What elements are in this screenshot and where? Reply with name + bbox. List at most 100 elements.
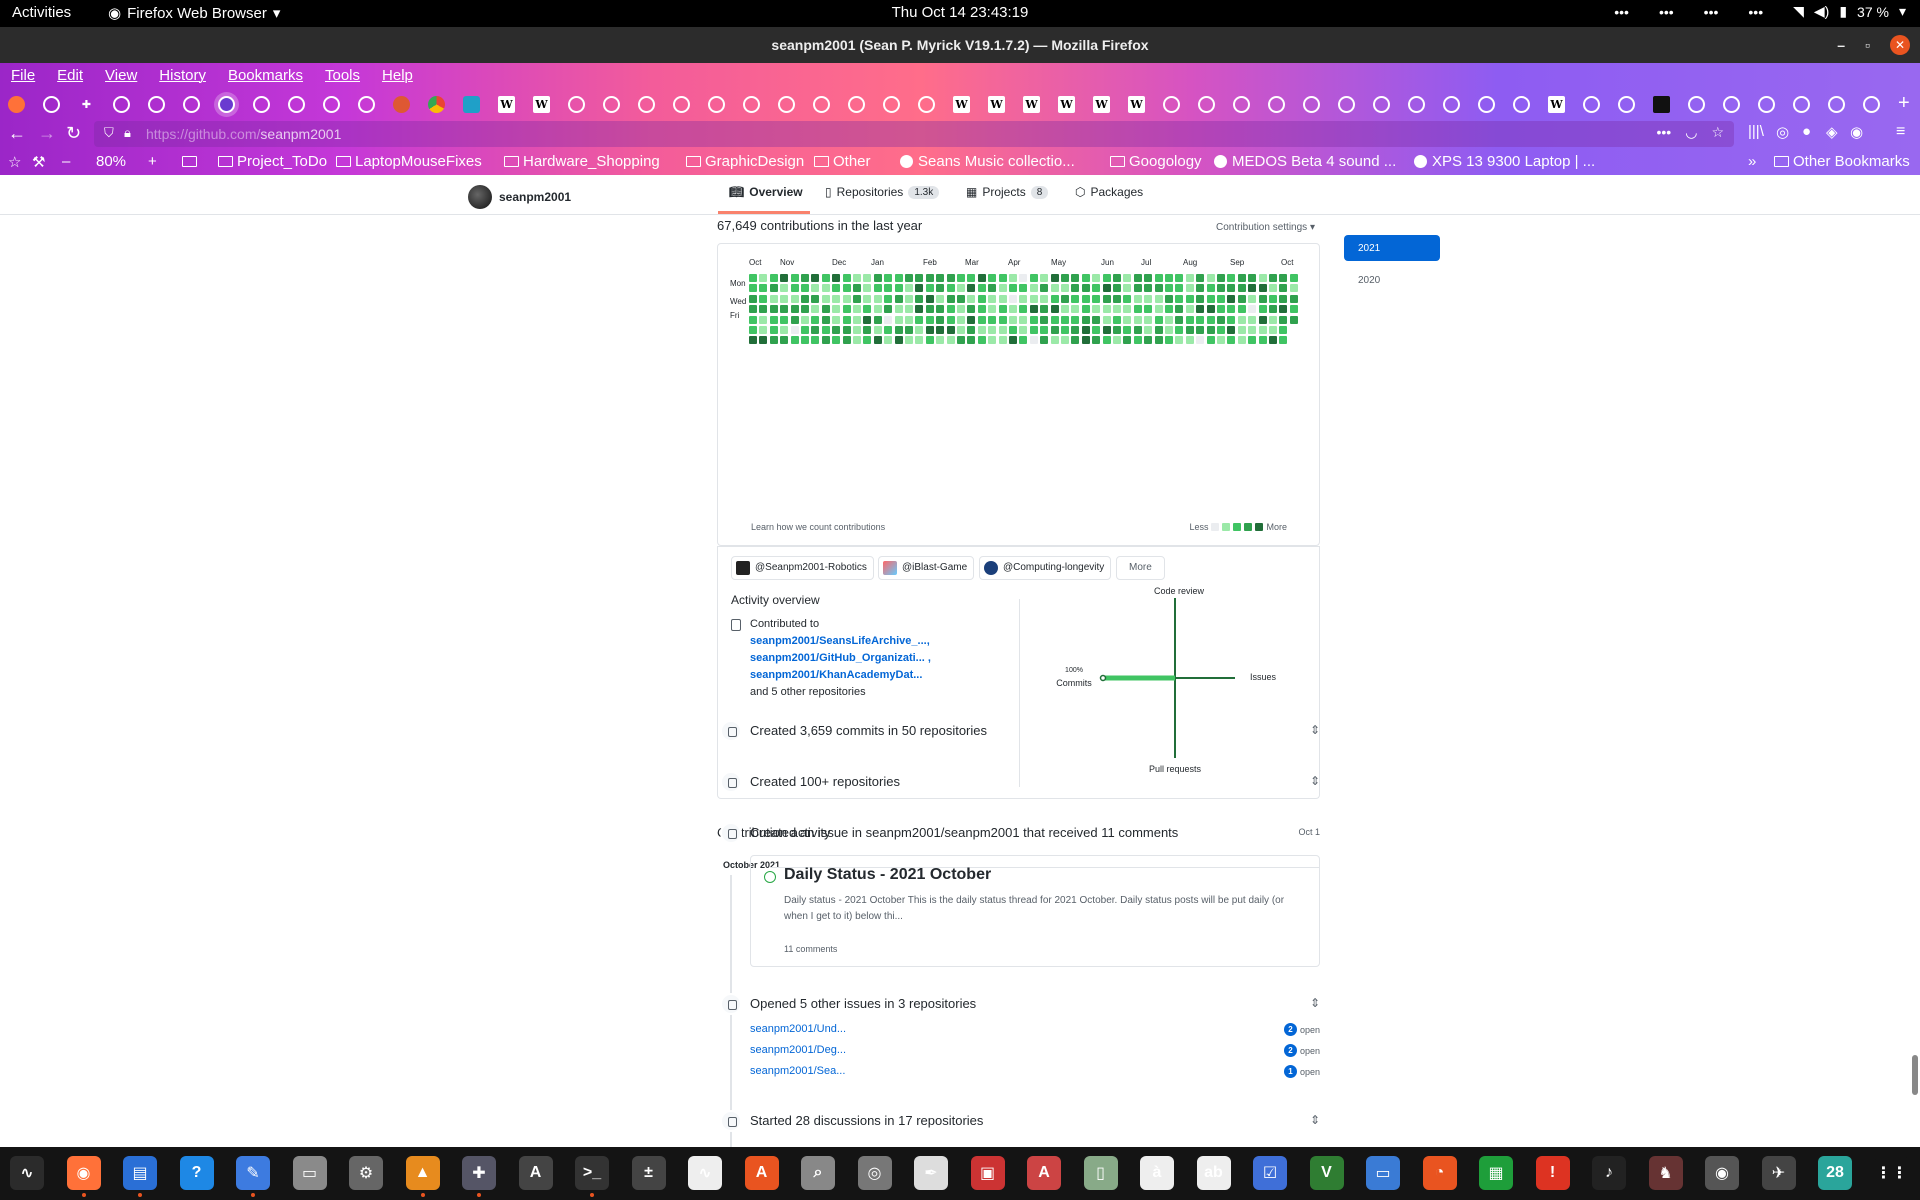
calendar-day[interactable] bbox=[967, 305, 976, 314]
wikipedia-tab-icon[interactable]: W bbox=[1093, 96, 1110, 113]
calendar-day[interactable] bbox=[842, 336, 851, 345]
calendar-day[interactable] bbox=[1237, 315, 1246, 324]
calendar-day[interactable] bbox=[988, 274, 997, 282]
calendar-day[interactable] bbox=[1269, 274, 1277, 282]
calendar-day[interactable] bbox=[1217, 326, 1225, 334]
calendar-day[interactable] bbox=[1071, 294, 1080, 303]
calendar-day[interactable] bbox=[977, 294, 986, 303]
calendar-day[interactable] bbox=[1092, 315, 1101, 324]
calendar-day[interactable] bbox=[1258, 294, 1267, 303]
calendar-day[interactable] bbox=[1237, 336, 1246, 345]
calendar-day[interactable] bbox=[853, 326, 861, 334]
profile-username[interactable]: seanpm2001 bbox=[499, 190, 571, 204]
calendar-day[interactable] bbox=[894, 274, 903, 282]
calendar-day[interactable] bbox=[1009, 274, 1017, 282]
calendar-day[interactable] bbox=[905, 284, 913, 293]
github-tab-icon[interactable] bbox=[113, 96, 130, 113]
calendar-day[interactable] bbox=[1227, 336, 1236, 345]
calendar-day[interactable] bbox=[925, 274, 934, 282]
calendar-day[interactable] bbox=[1154, 315, 1163, 324]
calendar-day[interactable] bbox=[915, 336, 924, 345]
year-button[interactable]: 2020 bbox=[1344, 267, 1440, 293]
music-icon[interactable]: ♪ bbox=[1592, 1156, 1626, 1190]
help-icon[interactable]: ? bbox=[179, 1156, 214, 1190]
calendar-day[interactable] bbox=[1050, 294, 1059, 303]
calendar-day[interactable] bbox=[1144, 315, 1153, 324]
org-filter-button[interactable]: @Seanpm2001-Robotics bbox=[731, 556, 874, 580]
github-tab-icon[interactable] bbox=[358, 96, 375, 113]
calendar-day[interactable] bbox=[1092, 274, 1101, 282]
calendar-day[interactable] bbox=[946, 315, 955, 324]
calendar-day[interactable] bbox=[853, 284, 861, 293]
calendar-day[interactable] bbox=[842, 294, 851, 303]
forward-icon[interactable]: → bbox=[38, 123, 56, 144]
calendar-day[interactable] bbox=[853, 274, 861, 282]
calendar-day[interactable] bbox=[884, 305, 893, 314]
pocket-icon[interactable]: ◡ bbox=[1685, 124, 1697, 141]
calendar-day[interactable] bbox=[915, 294, 924, 303]
calendar-day[interactable] bbox=[1009, 305, 1017, 314]
github-tab-icon[interactable] bbox=[568, 96, 585, 113]
calendar-day[interactable] bbox=[1061, 284, 1069, 293]
todo-icon[interactable]: ☑ bbox=[1253, 1156, 1287, 1190]
calendar-day[interactable] bbox=[790, 336, 799, 345]
github-tab-icon[interactable] bbox=[148, 96, 165, 113]
calendar-day[interactable] bbox=[821, 315, 830, 324]
github-tab-icon[interactable] bbox=[813, 96, 830, 113]
calendar-day[interactable] bbox=[1102, 274, 1111, 282]
calendar-day[interactable] bbox=[1029, 294, 1038, 303]
calendar-day[interactable] bbox=[957, 336, 965, 345]
github-tab-icon[interactable] bbox=[1793, 96, 1810, 113]
expand-icon[interactable]: ⇕ bbox=[1310, 996, 1320, 1010]
calendar-day[interactable] bbox=[1040, 274, 1049, 282]
calendar-day[interactable] bbox=[946, 305, 955, 314]
github-tab-icon[interactable] bbox=[218, 96, 235, 113]
calendar-day[interactable] bbox=[1040, 336, 1049, 345]
calendar-day[interactable] bbox=[936, 274, 945, 282]
calendar-day[interactable] bbox=[1206, 284, 1215, 293]
repo-link[interactable]: seanpm2001/KhanAcademyDat... bbox=[750, 667, 980, 684]
calendar-day[interactable] bbox=[780, 326, 789, 334]
more-orgs-button[interactable]: More bbox=[1116, 556, 1165, 580]
calendar-day[interactable] bbox=[1061, 294, 1069, 303]
calendar-day[interactable] bbox=[790, 326, 799, 334]
writer-icon[interactable]: ▤ bbox=[123, 1156, 157, 1197]
calendar-day[interactable] bbox=[769, 326, 778, 334]
calendar-day[interactable] bbox=[873, 284, 882, 293]
calendar-day[interactable] bbox=[1227, 326, 1236, 334]
calendar-day[interactable] bbox=[915, 326, 924, 334]
calendar-day[interactable] bbox=[769, 274, 778, 282]
calendar-day[interactable] bbox=[1061, 274, 1069, 282]
updater-icon[interactable]: A bbox=[518, 1156, 553, 1190]
calendar-day[interactable] bbox=[967, 336, 976, 345]
calendar-day[interactable] bbox=[1185, 336, 1194, 345]
calendar-day[interactable] bbox=[1071, 315, 1080, 324]
calendar-day[interactable] bbox=[1175, 284, 1184, 293]
calendar-day[interactable] bbox=[925, 326, 934, 334]
issue-repo-link[interactable]: seanpm2001/Und... bbox=[750, 1023, 846, 1035]
calendar-day[interactable] bbox=[811, 284, 820, 293]
calendar-day[interactable] bbox=[1113, 326, 1121, 334]
calendar-day[interactable] bbox=[1092, 284, 1101, 293]
calendar-day[interactable] bbox=[967, 315, 976, 324]
extension-tab-icon[interactable]: ✚ bbox=[78, 96, 95, 113]
calendar-day[interactable] bbox=[1217, 336, 1225, 345]
calendar-day[interactable] bbox=[915, 284, 924, 293]
calendar-day[interactable] bbox=[884, 294, 893, 303]
calendar-day[interactable] bbox=[957, 284, 965, 293]
calendar-day[interactable] bbox=[1154, 326, 1163, 334]
calendar-day[interactable] bbox=[905, 305, 913, 314]
calendar-day[interactable] bbox=[957, 315, 965, 324]
reload-icon[interactable]: ↻ bbox=[66, 123, 81, 144]
calendar-day[interactable] bbox=[1113, 284, 1121, 293]
github-tab-icon[interactable] bbox=[1338, 96, 1355, 113]
calendar-day[interactable] bbox=[801, 284, 809, 293]
bookmark-item[interactable]: Other bbox=[814, 153, 871, 170]
calendar-day[interactable] bbox=[977, 305, 986, 314]
calendar-day[interactable] bbox=[1165, 274, 1173, 282]
calendar-day[interactable] bbox=[1133, 336, 1142, 345]
calendar-day[interactable] bbox=[1029, 336, 1038, 345]
calendar-day[interactable] bbox=[1061, 326, 1069, 334]
calendar-day[interactable] bbox=[1227, 274, 1236, 282]
minimize-icon[interactable]: – bbox=[1837, 37, 1845, 53]
